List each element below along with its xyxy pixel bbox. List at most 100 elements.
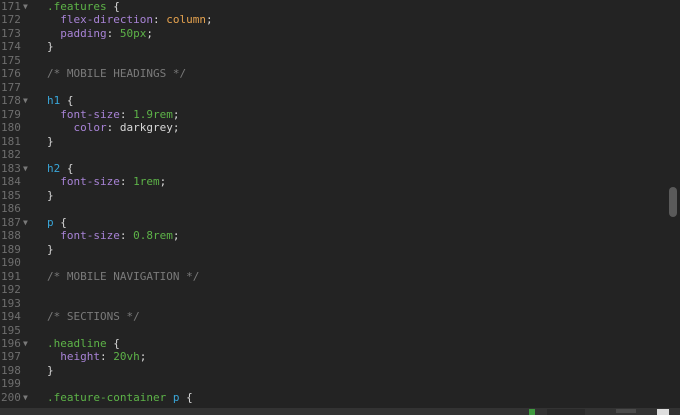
code-token: /* MOBILE NAVIGATION */: [47, 269, 200, 283]
code-line[interactable]: 184 font-size: 1rem;: [0, 175, 660, 189]
code-line[interactable]: 182: [0, 148, 660, 162]
line-number: 173: [1, 26, 21, 40]
line-number: 187: [1, 215, 21, 229]
code-line[interactable]: 188 font-size: 0.8rem;: [0, 229, 660, 243]
fold-arrow-icon[interactable]: ▼: [23, 94, 28, 108]
code-token: column: [166, 13, 206, 27]
code-token: {: [60, 161, 74, 175]
code-token: .feature-container: [47, 390, 167, 404]
fold-arrow-icon[interactable]: ▼: [23, 0, 28, 14]
fold-arrow-icon[interactable]: ▼: [23, 391, 28, 405]
code-token: {: [179, 390, 193, 404]
line-number: 178: [1, 94, 21, 108]
code-text: .headline {: [47, 337, 120, 351]
code-token: font-size: [60, 229, 120, 243]
code-token: h2: [47, 161, 61, 175]
code-token: font-size: [60, 107, 120, 121]
line-number: 193: [1, 296, 21, 310]
line-number: 199: [1, 377, 21, 391]
code-line[interactable]: 178 ▼ h1 {: [0, 94, 660, 108]
code-token: height: [60, 350, 100, 364]
code-token: font-size: [60, 175, 120, 189]
code-token: :: [100, 350, 114, 364]
code-line[interactable]: 180 color: darkgrey;: [0, 121, 660, 135]
code-token: {: [106, 337, 120, 350]
code-line[interactable]: 200 ▼ .feature-container p {: [0, 391, 660, 405]
code-line[interactable]: 187 ▼ p {: [0, 216, 660, 230]
code-text: font-size: 1rem;: [47, 175, 166, 189]
fold-arrow-icon[interactable]: ▼: [23, 337, 28, 351]
code-line[interactable]: 198}: [0, 364, 660, 378]
line-number: 192: [1, 283, 21, 297]
code-line[interactable]: 197 height: 20vh;: [0, 350, 660, 364]
code-token: ;: [159, 175, 167, 189]
code-line[interactable]: 171 ▼ .features {: [0, 0, 660, 14]
code-line[interactable]: 186: [0, 202, 660, 216]
code-line[interactable]: 173 padding: 50px;: [0, 27, 660, 41]
line-number: 181: [1, 134, 21, 148]
code-line[interactable]: 195: [0, 324, 660, 338]
code-text: /* SECTIONS */: [47, 310, 140, 324]
code-line[interactable]: 185}: [0, 189, 660, 203]
code-token: ;: [146, 26, 153, 40]
code-line[interactable]: 172 flex-direction: column;: [0, 13, 660, 27]
code-line[interactable]: 174}: [0, 40, 660, 54]
code-line[interactable]: 181}: [0, 135, 660, 149]
code-line[interactable]: 177: [0, 81, 660, 95]
code-line[interactable]: 189}: [0, 243, 660, 257]
code-text: flex-direction: column;: [47, 13, 213, 27]
line-number: 184: [1, 175, 21, 189]
code-text: h1 {: [47, 94, 74, 108]
code-line[interactable]: 196 ▼ .headline {: [0, 337, 660, 351]
line-number: 198: [1, 363, 21, 377]
status-text: [616, 409, 636, 413]
code-token: 1.9rem: [133, 107, 173, 121]
code-token: ;: [205, 13, 213, 27]
code-line[interactable]: 192: [0, 283, 660, 297]
code-line[interactable]: 183 ▼ h2 {: [0, 162, 660, 176]
line-number: 194: [1, 310, 21, 324]
code-line[interactable]: 194 /* SECTIONS */: [0, 310, 660, 324]
code-token: {: [106, 0, 120, 13]
status-field[interactable]: [547, 409, 585, 415]
code-line[interactable]: 193: [0, 297, 660, 311]
code-line[interactable]: 176 /* MOBILE HEADINGS */: [0, 67, 660, 81]
code-token: {: [53, 215, 67, 229]
line-number: 176: [1, 67, 21, 81]
code-token: ;: [139, 350, 147, 364]
code-token: 20vh: [113, 350, 140, 364]
line-number: 197: [1, 350, 21, 364]
line-number: 191: [1, 269, 21, 283]
status-toggle[interactable]: [657, 409, 669, 415]
status-indicator-icon: [529, 409, 535, 415]
code-text: }: [47, 243, 54, 257]
code-text: font-size: 0.8rem;: [47, 229, 179, 243]
code-text: }: [47, 135, 54, 149]
code-line[interactable]: 179 font-size: 1.9rem;: [0, 108, 660, 122]
code-token: 50px: [119, 26, 147, 40]
line-number: 196: [1, 337, 21, 350]
code-line[interactable]: 190: [0, 256, 660, 270]
code-token: {: [60, 94, 74, 108]
line-number: 174: [1, 40, 21, 54]
vertical-scrollbar[interactable]: [669, 187, 677, 217]
line-number: 182: [1, 148, 21, 162]
code-line[interactable]: 191 /* MOBILE NAVIGATION */: [0, 270, 660, 284]
fold-arrow-icon[interactable]: ▼: [23, 162, 28, 176]
code-line[interactable]: 199: [0, 377, 660, 391]
line-number: 186: [1, 202, 21, 216]
code-line[interactable]: 175: [0, 54, 660, 68]
line-number: 172: [1, 13, 21, 27]
code-token: }: [47, 40, 54, 54]
code-token: :: [119, 229, 134, 243]
code-token: 1rem: [133, 175, 160, 189]
code-editor[interactable]: 171 ▼ .features {172 flex-direction: colum…: [0, 0, 680, 408]
code-text: padding: 50px;: [47, 27, 153, 41]
fold-arrow-icon[interactable]: ▼: [23, 216, 28, 230]
line-number: 188: [1, 229, 21, 243]
code-text: p {: [47, 216, 67, 230]
